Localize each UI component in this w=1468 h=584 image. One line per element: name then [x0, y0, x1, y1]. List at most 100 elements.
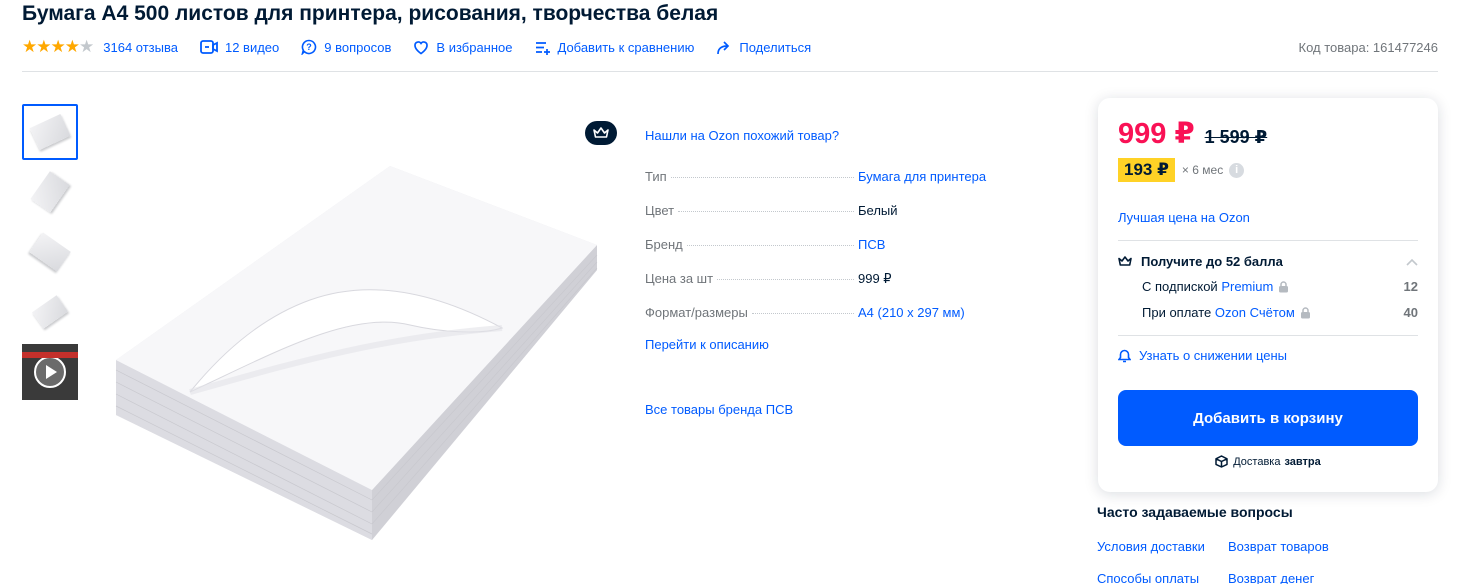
share-label[interactable]: Поделиться	[739, 40, 811, 55]
card-divider	[1118, 240, 1418, 241]
share-arrow-icon	[717, 40, 730, 54]
current-price: 999 ₽	[1118, 118, 1195, 150]
box-icon	[1215, 455, 1228, 468]
compare-label[interactable]: Добавить к сравнению	[558, 40, 695, 55]
brand-products-link[interactable]: Все товары бренда ПСВ	[645, 402, 1065, 417]
spec-key: Цена за шт	[645, 271, 714, 286]
rating-stars: ★ ★ ★ ★ ★	[22, 37, 94, 56]
spec-row: Цена за шт 999 ₽	[645, 271, 1065, 305]
favorite-label[interactable]: В избранное	[436, 40, 512, 55]
bonus-subscription-row: С подпиской Premium 12	[1142, 279, 1418, 294]
spec-value-link[interactable]: А4 (210 x 297 мм)	[858, 305, 965, 320]
star-icon: ★	[22, 37, 37, 56]
spec-row: Тип Бумага для принтера	[645, 169, 1065, 203]
product-specs: Нашли на Ozon похожий товар? Тип Бумага …	[645, 128, 1065, 417]
reviews-count[interactable]: 3164 отзыва	[103, 40, 178, 55]
premium-crown-badge[interactable]	[585, 121, 617, 145]
star-icon: ★	[50, 37, 66, 56]
lock-icon	[1300, 306, 1310, 318]
go-to-description-link[interactable]: Перейти к описанию	[645, 337, 1065, 352]
spec-value: 999 ₽	[858, 271, 892, 286]
spec-row: Формат/размеры А4 (210 x 297 мм)	[645, 305, 1065, 339]
product-code: Код товара: 161477246	[1298, 39, 1439, 55]
faq-link-refund[interactable]: Возврат денег	[1228, 571, 1357, 584]
gallery-thumbnails	[22, 104, 78, 404]
bell-icon	[1118, 349, 1131, 362]
info-icon[interactable]: i	[1229, 162, 1245, 178]
header-divider	[22, 71, 1438, 72]
buy-card: 999 ₽ 1 599 ₽ 193 ₽ × 6 мес i Лучшая цен…	[1098, 98, 1438, 492]
installment-row[interactable]: 193 ₽ × 6 мес i	[1118, 158, 1245, 182]
bonus-pay-points: 40	[1403, 305, 1418, 320]
bonus-pay-prefix: При оплате	[1142, 305, 1212, 320]
star-empty-icon: ★	[79, 37, 94, 56]
reviews-link[interactable]: ★ ★ ★ ★ ★ 3164 отзыва	[22, 37, 178, 56]
delivery-info: Доставка завтра	[1098, 455, 1438, 468]
faq-link-payment[interactable]: Способы оплаты	[1097, 571, 1228, 584]
crown-icon	[593, 127, 609, 138]
spec-key: Тип	[645, 169, 667, 184]
videos-count[interactable]: 12 видео	[225, 40, 279, 55]
faq-title: Часто задаваемые вопросы	[1097, 504, 1293, 520]
star-icon: ★	[36, 37, 51, 56]
star-icon: ★	[64, 37, 80, 56]
bonus-sub-points: 12	[1403, 279, 1418, 294]
spec-key: Цвет	[645, 203, 675, 218]
best-price-link[interactable]: Лучшая цена на Ozon	[1118, 210, 1250, 225]
question-icon: ?	[301, 39, 317, 55]
price-drop-notify-link[interactable]: Узнать о снижении цены	[1118, 348, 1287, 363]
crown-icon	[1118, 256, 1132, 266]
favorite-button[interactable]: В избранное	[413, 40, 513, 55]
questions-count[interactable]: 9 вопросов	[324, 40, 391, 55]
card-divider	[1118, 335, 1418, 336]
video-frame-stripe	[22, 352, 78, 358]
paper-image	[29, 232, 71, 272]
faq-link-delivery[interactable]: Условия доставки	[1097, 539, 1228, 554]
premium-link[interactable]: Premium	[1221, 279, 1273, 294]
bonus-header[interactable]: Получите до 52 балла	[1118, 254, 1418, 269]
bonus-sub-prefix: С подпиской	[1142, 279, 1218, 294]
product-title: Бумага А4 500 листов для принтера, рисов…	[22, 2, 719, 25]
share-button[interactable]: Поделиться	[716, 40, 811, 55]
similar-product-link[interactable]: Нашли на Ozon похожий товар?	[645, 128, 1065, 143]
notify-label[interactable]: Узнать о снижении цены	[1139, 348, 1287, 363]
questions-link[interactable]: ? 9 вопросов	[301, 39, 391, 55]
product-meta-row: ★ ★ ★ ★ ★ 3164 отзыва 12 видео ? 9 вопро…	[22, 38, 1438, 56]
paper-image	[30, 171, 70, 213]
gallery-thumbnail[interactable]	[22, 104, 78, 160]
gallery-thumbnail[interactable]	[22, 224, 78, 280]
spec-value-link[interactable]: ПСВ	[858, 237, 885, 252]
delivery-when: завтра	[1284, 455, 1321, 468]
video-icon	[200, 40, 218, 54]
spec-row: Цвет Белый	[645, 203, 1065, 237]
chevron-up-icon[interactable]	[1406, 258, 1418, 266]
ozon-account-link[interactable]: Ozon Счётом	[1215, 305, 1295, 320]
svg-text:?: ?	[307, 42, 313, 52]
paper-image	[29, 113, 71, 151]
spec-value: Белый	[858, 203, 898, 218]
old-price: 1 599 ₽	[1204, 127, 1268, 147]
lock-icon	[1279, 280, 1289, 292]
spec-value-link[interactable]: Бумага для принтера	[858, 169, 986, 184]
product-main-image[interactable]	[110, 160, 600, 545]
paper-image	[31, 295, 69, 329]
play-icon	[34, 356, 66, 388]
spec-key: Формат/размеры	[645, 305, 748, 320]
bonus-payment-row: При оплате Ozon Счётом 40	[1142, 305, 1418, 320]
add-to-cart-button[interactable]: Добавить в корзину	[1118, 390, 1418, 446]
gallery-thumbnail[interactable]	[22, 164, 78, 220]
faq-links: Условия доставки Возврат товаров Способы…	[1097, 539, 1357, 584]
compare-list-icon	[535, 41, 550, 55]
price-row: 999 ₽ 1 599 ₽	[1118, 116, 1267, 151]
compare-button[interactable]: Добавить к сравнению	[535, 40, 695, 55]
spec-key: Бренд	[645, 237, 683, 252]
delivery-label: Доставка	[1233, 455, 1281, 468]
bonus-title: Получите до 52 балла	[1141, 254, 1283, 269]
installment-amount[interactable]: 193 ₽	[1118, 158, 1175, 182]
spec-row: Бренд ПСВ	[645, 237, 1065, 271]
gallery-video-thumbnail[interactable]	[22, 344, 78, 400]
videos-link[interactable]: 12 видео	[200, 39, 279, 55]
installment-term: × 6 мес	[1181, 163, 1224, 177]
faq-link-returns[interactable]: Возврат товаров	[1228, 539, 1357, 554]
gallery-thumbnail[interactable]	[22, 284, 78, 340]
